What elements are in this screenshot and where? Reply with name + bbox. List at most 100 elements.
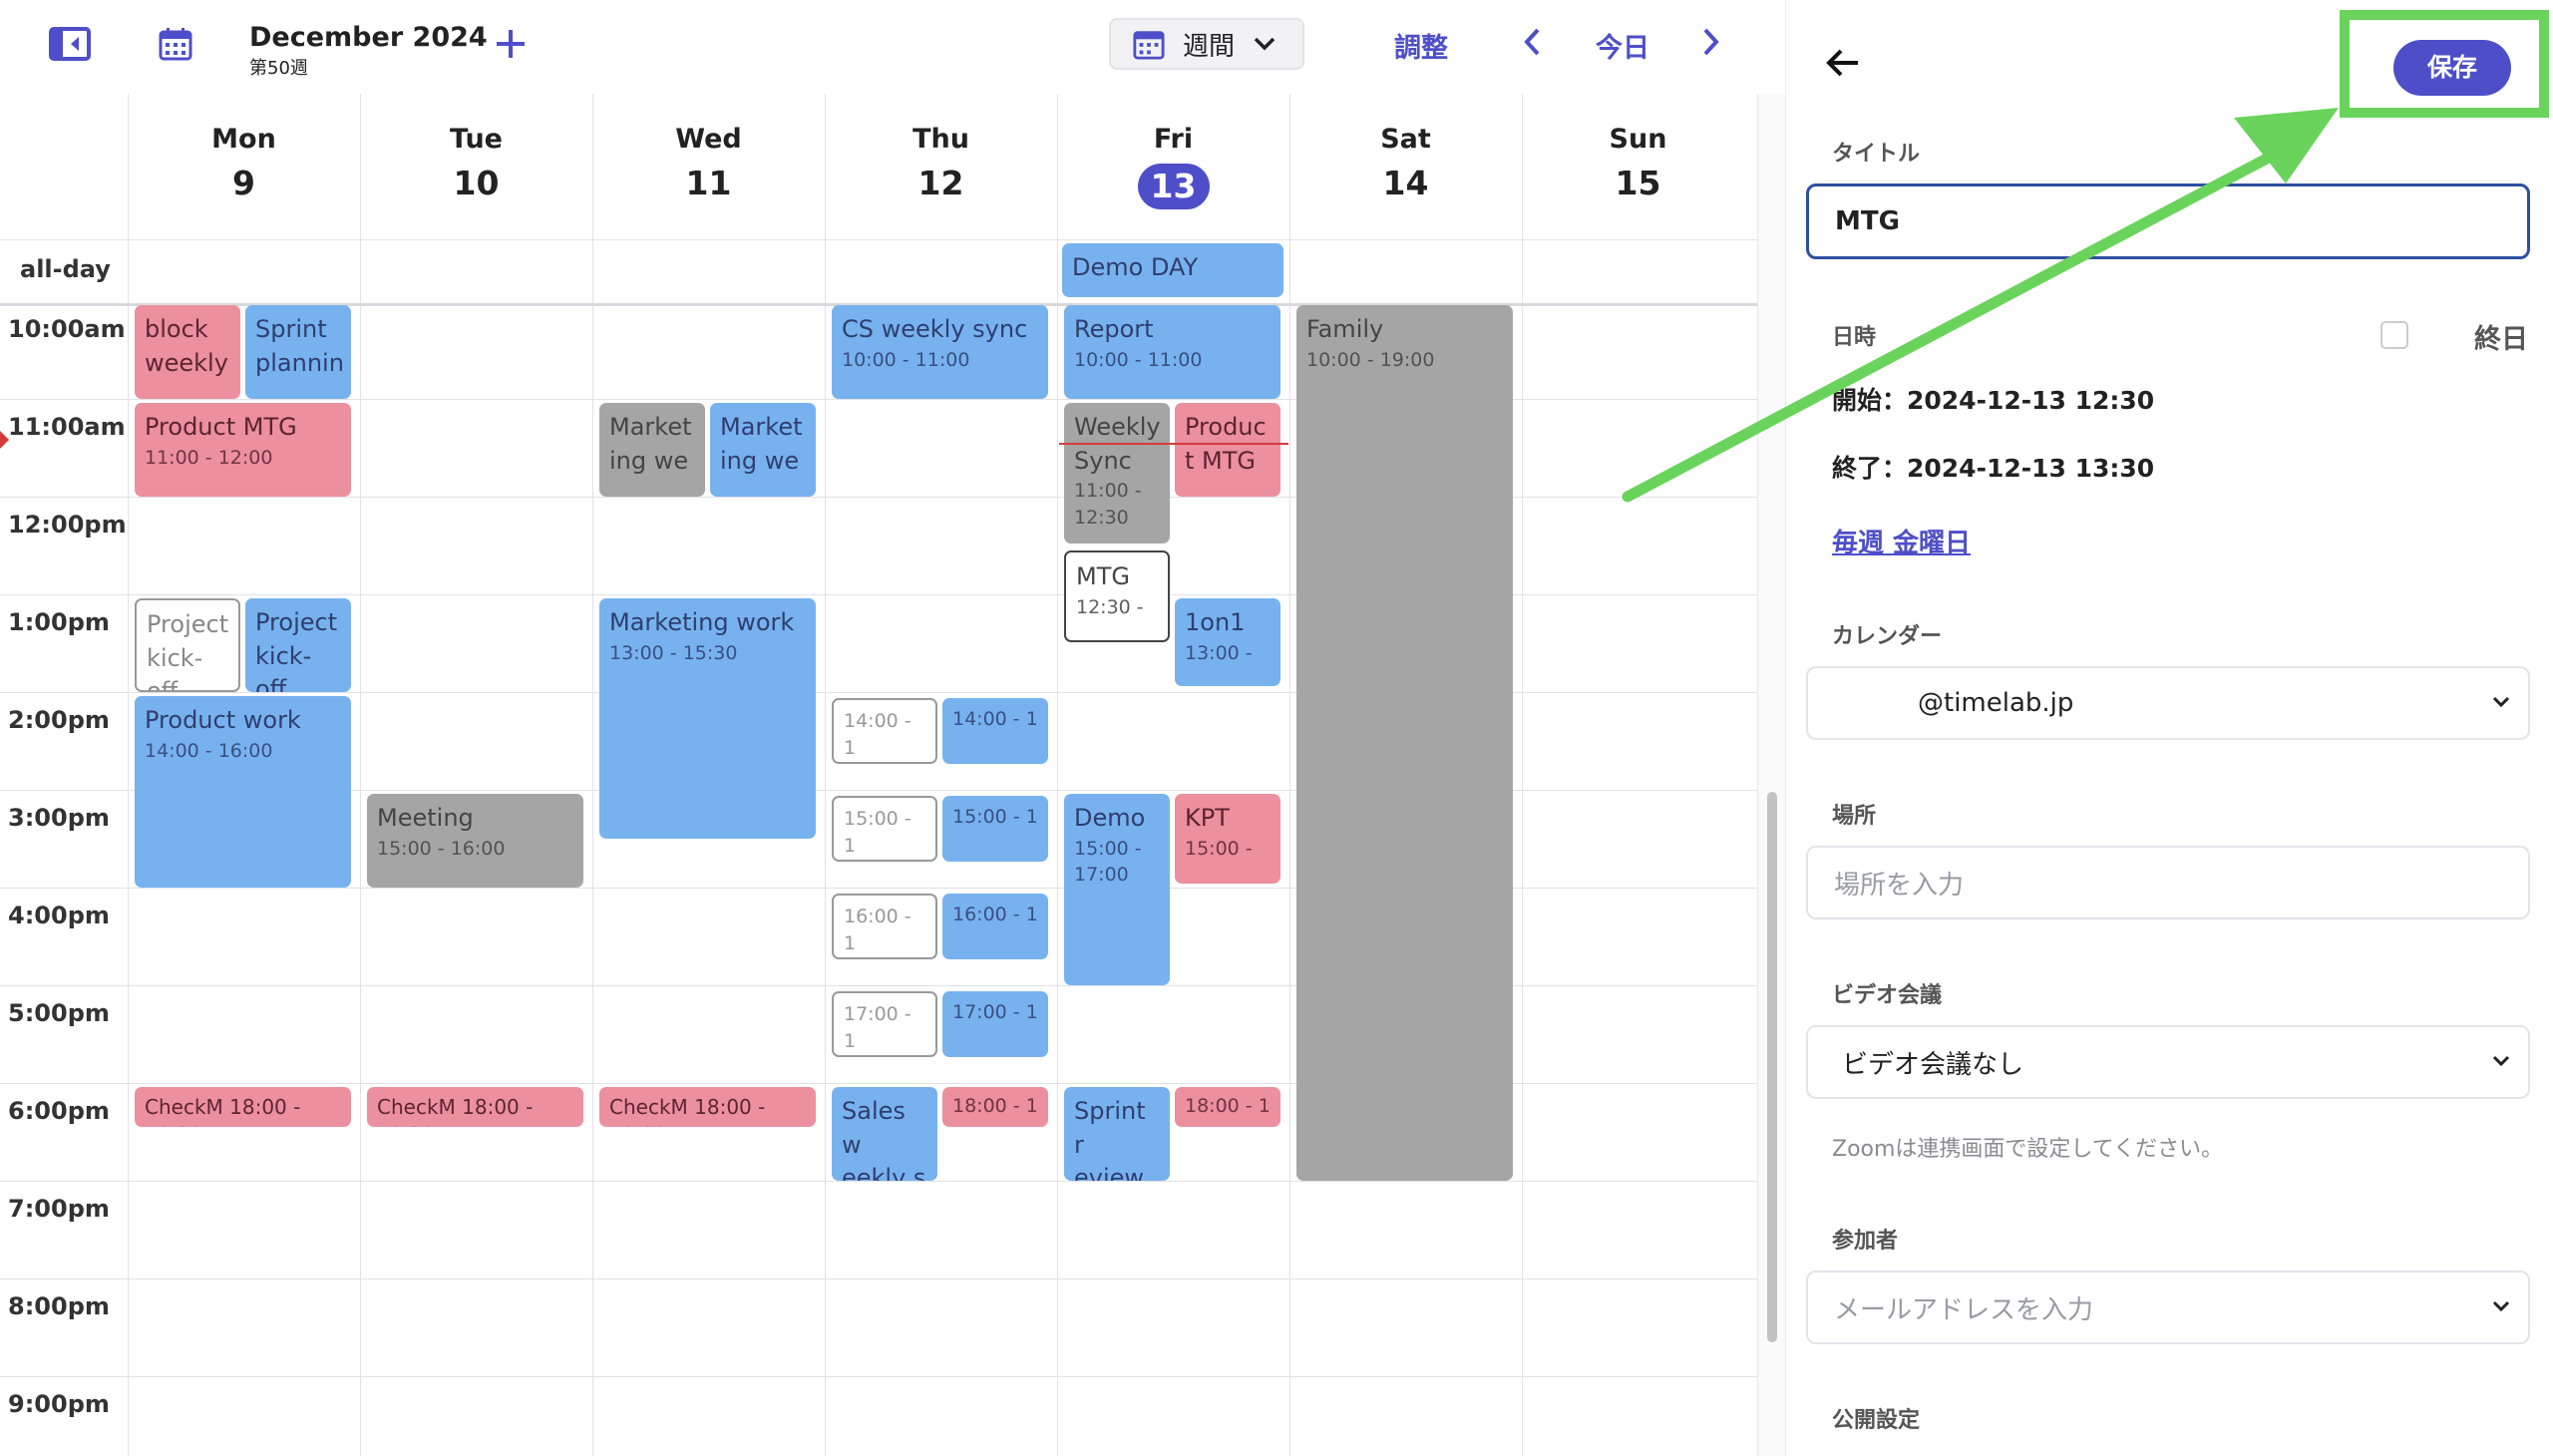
- event-fri-1800[interactable]: 18:00 - 1: [1175, 1087, 1280, 1127]
- day-number: 12: [917, 164, 964, 202]
- view-selector[interactable]: 週間: [1109, 18, 1304, 70]
- calendar-icon[interactable]: [158, 26, 193, 62]
- event-time: 18:00 - 1: [1185, 1095, 1271, 1117]
- event-family[interactable]: Family 10:00 - 19:00: [1296, 305, 1513, 1181]
- time-label: 11:00am: [8, 413, 126, 441]
- event-marketing-weekly[interactable]: Market ing we: [599, 403, 705, 497]
- event-marketing-weekly[interactable]: Market ing we: [710, 403, 816, 497]
- event-thu-1500[interactable]: 15:00 - 1: [832, 796, 937, 862]
- event-title: CS weekly sync: [842, 315, 1028, 343]
- event-title: Market ing we: [609, 413, 692, 475]
- calendar-value: @timelab.jp: [1918, 688, 2074, 718]
- day-of-week: Sun: [1609, 124, 1667, 155]
- event-demo[interactable]: Demo 15:00 - 17:00: [1064, 794, 1170, 985]
- day-number: 14: [1382, 164, 1429, 202]
- today-button[interactable]: 今日: [1596, 26, 1649, 65]
- day-header-mon[interactable]: Mon 9: [128, 94, 360, 239]
- event-product-mtg[interactable]: Produc t MTG: [1175, 403, 1280, 497]
- prev-week-icon[interactable]: [1522, 24, 1542, 64]
- event-thu-1400[interactable]: 14:00 - 1: [832, 698, 937, 764]
- event-thu-1600[interactable]: 16:00 - 1: [942, 894, 1048, 959]
- event-marketing-work[interactable]: Marketing work 13:00 - 15:30: [599, 598, 816, 839]
- time-label: 10:00am: [8, 315, 126, 343]
- day-of-week: Fri: [1153, 124, 1194, 155]
- event-checkm[interactable]: CheckM 18:00 - 18:30: [135, 1087, 351, 1127]
- event-title: Marketing work: [609, 608, 795, 636]
- grid-line: [360, 94, 361, 1456]
- day-header-thu[interactable]: Thu 12: [825, 94, 1057, 239]
- sidebar-toggle-icon[interactable]: [48, 26, 92, 62]
- location-input[interactable]: 場所を入力: [1806, 846, 2530, 919]
- event-time: 15:00 - 1: [952, 806, 1038, 828]
- day-header-fri[interactable]: Fri 13: [1057, 94, 1289, 239]
- day-header-wed[interactable]: Wed 11: [592, 94, 825, 239]
- event-product-mtg[interactable]: Product MTG 11:00 - 12:00: [135, 403, 351, 497]
- event-checkm[interactable]: CheckM 18:00 - 18:30: [367, 1087, 583, 1127]
- back-arrow-icon[interactable]: [1826, 48, 1860, 82]
- event-sprint-planning[interactable]: Sprint plannin: [245, 305, 351, 399]
- event-thu-1500[interactable]: 15:00 - 1: [942, 796, 1048, 862]
- event-kpt[interactable]: KPT 15:00 -: [1175, 794, 1280, 884]
- calendar-toolbar: December 2024 第50週 週間 調整 今日: [0, 0, 1785, 94]
- time-label: 4:00pm: [8, 902, 110, 929]
- event-thu-1700[interactable]: 17:00 - 1: [832, 991, 937, 1057]
- event-thu-1800[interactable]: 18:00 - 1: [942, 1087, 1048, 1127]
- event-time: 15:00 -: [1185, 837, 1253, 860]
- time-label: 3:00pm: [8, 804, 110, 832]
- event-title: CheckM 18:00 - 18:30: [377, 1095, 534, 1127]
- event-cs-weekly-sync[interactable]: CS weekly sync 10:00 - 11:00: [832, 305, 1048, 399]
- next-week-icon[interactable]: [1701, 24, 1721, 64]
- repeat-link[interactable]: 毎週 金曜日: [1832, 523, 1971, 559]
- event-sales-weekly[interactable]: Sales w eekly s: [832, 1087, 937, 1181]
- event-mtg-selected[interactable]: MTG 12:30 -: [1064, 550, 1170, 642]
- event-1on1[interactable]: 1on1 13:00 -: [1175, 598, 1280, 686]
- calendar-select[interactable]: @timelab.jp: [1806, 666, 2530, 740]
- adjust-button[interactable]: 調整: [1394, 26, 1448, 65]
- time-label: 9:00pm: [8, 1390, 110, 1418]
- day-of-week: Wed: [675, 124, 742, 155]
- event-project-kickoff[interactable]: Project kick-off: [245, 598, 351, 692]
- event-time: 10:00 - 19:00: [1306, 348, 1435, 371]
- video-select[interactable]: ビデオ会議なし: [1806, 1025, 2530, 1099]
- event-time: 17:00 - 1: [844, 1003, 912, 1052]
- event-meeting[interactable]: Meeting 15:00 - 16:00: [367, 794, 583, 888]
- current-time-line: [1059, 443, 1288, 445]
- attendees-input[interactable]: メールアドレスを入力: [1806, 1271, 2530, 1344]
- event-weekly-sync[interactable]: Weekly Sync 11:00 - 12:30: [1064, 403, 1170, 544]
- event-time: 10:00 - 11:00: [1074, 348, 1203, 371]
- event-product-work[interactable]: Product work 14:00 - 16:00: [135, 696, 351, 888]
- event-demo-day[interactable]: Demo DAY: [1062, 243, 1283, 297]
- start-datetime[interactable]: 開始：2024-12-13 12:30: [1832, 381, 2154, 417]
- add-event-icon[interactable]: [493, 26, 529, 62]
- title-input[interactable]: MTG: [1806, 183, 2530, 259]
- event-time: 14:00 - 1: [952, 708, 1038, 730]
- event-checkm[interactable]: CheckM 18:00 - 18:30: [599, 1087, 816, 1127]
- event-thu-1700[interactable]: 17:00 - 1: [942, 991, 1048, 1057]
- event-block-weekly[interactable]: block weekly: [135, 305, 240, 399]
- day-of-week: Thu: [912, 124, 969, 155]
- day-header-tue[interactable]: Tue 10: [360, 94, 592, 239]
- event-project-kickoff[interactable]: Project kick-off: [135, 598, 240, 692]
- event-time: 15:00 - 1: [844, 808, 912, 857]
- calendar-icon: [1133, 31, 1165, 60]
- allday-checkbox[interactable]: [2380, 321, 2408, 349]
- event-title: Sprint plannin: [255, 315, 344, 377]
- event-title: Project kick-off: [147, 610, 229, 692]
- event-sprint-review[interactable]: Sprint r eview: [1064, 1087, 1170, 1181]
- day-number: 15: [1615, 164, 1661, 202]
- day-header-sun[interactable]: Sun 15: [1522, 94, 1754, 239]
- scrollbar-thumb[interactable]: [1767, 792, 1777, 1342]
- grid-line: [825, 94, 826, 1456]
- time-label: 1:00pm: [8, 608, 110, 636]
- event-thu-1400[interactable]: 14:00 - 1: [942, 698, 1048, 764]
- time-label: 2:00pm: [8, 706, 110, 734]
- event-time: 15:00 - 17:00: [1074, 837, 1142, 887]
- day-of-week: Tue: [450, 124, 503, 155]
- end-datetime[interactable]: 終了：2024-12-13 13:30: [1832, 449, 2154, 485]
- event-title: Market ing we: [720, 413, 803, 475]
- event-report[interactable]: Report 10:00 - 11:00: [1064, 305, 1280, 399]
- calendar-scrollbar[interactable]: [1757, 94, 1786, 1456]
- day-header-sat[interactable]: Sat 14: [1289, 94, 1522, 239]
- zoom-note: Zoomは連携画面で設定してください。: [1832, 1137, 2224, 1162]
- event-thu-1600[interactable]: 16:00 - 1: [832, 894, 937, 959]
